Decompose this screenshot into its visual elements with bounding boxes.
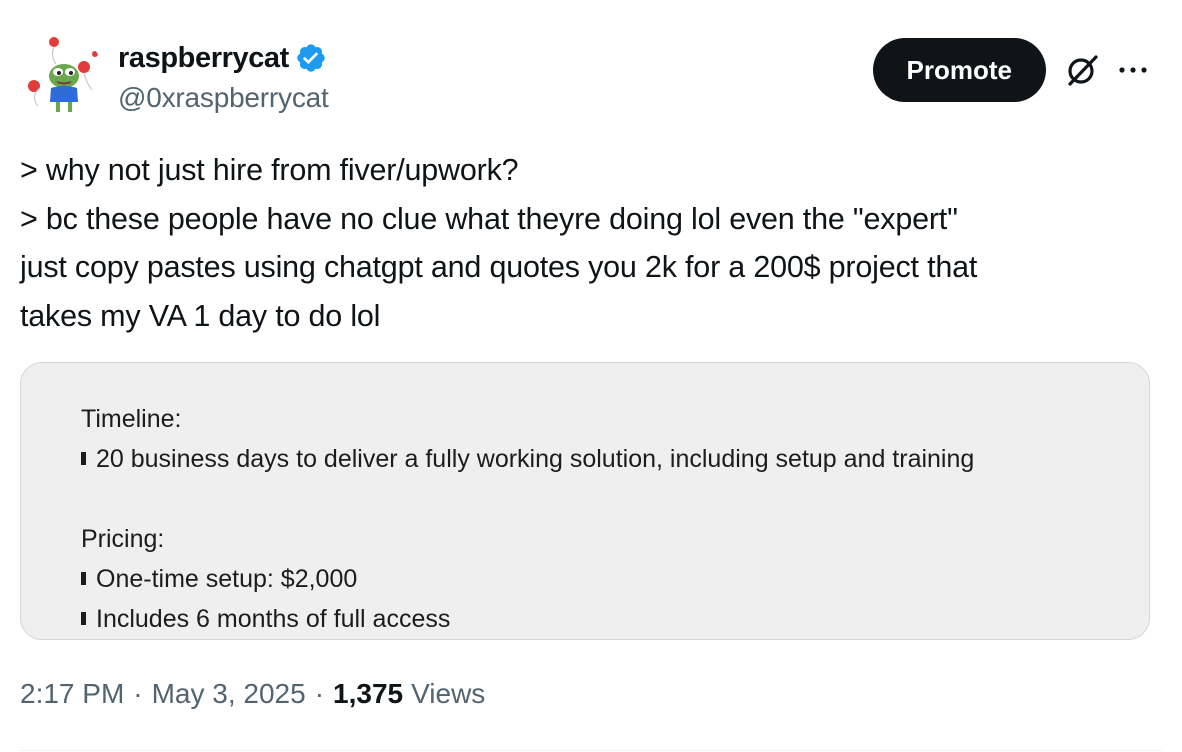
slashed-circle-icon[interactable] (1064, 51, 1102, 89)
tweet-text-line: just copy pastes using chatgpt and quote… (20, 250, 978, 284)
timeline-item: 20 business days to deliver a fully work… (81, 439, 974, 479)
verified-badge-icon[interactable] (295, 42, 327, 74)
timeline-item-text: 20 business days to deliver a fully work… (96, 445, 975, 473)
views-label[interactable]: Views (411, 678, 485, 710)
bullet-icon (81, 571, 86, 585)
tweet-meta: 2:17 PM · May 3, 2025 · 1,375 Views (20, 678, 485, 710)
meta-separator: · (314, 678, 325, 709)
tweet-text-line: takes my VA 1 day to do lol (20, 298, 381, 333)
pricing-item: Includes 6 months of full access (81, 599, 974, 639)
tweet-text-line: > why not just hire from fiver/upwork? (20, 153, 519, 187)
ellipsis-icon[interactable] (1116, 53, 1150, 87)
author-info: raspberrycat @0xraspberrycat (118, 40, 329, 114)
bullet-icon (81, 451, 86, 465)
bullet-icon (81, 611, 86, 625)
user-handle[interactable]: @0xraspberrycat (118, 82, 329, 114)
attached-image-quote[interactable]: Timeline: 20 business days to deliver a … (20, 362, 1150, 640)
pricing-item-text: Includes 6 months of full access (96, 605, 451, 633)
tweet-text-line: > bc these people have no clue what they… (20, 201, 958, 236)
views-count[interactable]: 1,375 (333, 678, 403, 710)
post-date[interactable]: May 3, 2025 (152, 678, 306, 710)
avatar[interactable] (20, 34, 104, 118)
pricing-heading: Pricing: (81, 525, 165, 553)
tweet-text: > why not just hire from fiver/upwork? >… (20, 146, 1140, 340)
post-time[interactable]: 2:17 PM (20, 678, 124, 710)
pricing-item: One-time setup: $2,000 (81, 559, 974, 599)
display-name-row: raspberrycat (118, 40, 329, 76)
quote-content: Timeline: 20 business days to deliver a … (81, 399, 974, 639)
tweet-detail: raspberrycat @0xraspberrycat Promote > w… (0, 0, 1182, 752)
promote-button[interactable]: Promote (872, 38, 1046, 102)
timeline-heading: Timeline: (81, 405, 182, 433)
display-name[interactable]: raspberrycat (118, 42, 289, 75)
avatar-image (20, 34, 104, 118)
header-actions: Promote (872, 38, 1150, 102)
tweet-header: raspberrycat @0xraspberrycat Promote (20, 34, 1162, 118)
divider (20, 750, 1162, 751)
pricing-item-text: One-time setup: $2,000 (96, 565, 358, 593)
meta-separator: · (133, 678, 143, 709)
